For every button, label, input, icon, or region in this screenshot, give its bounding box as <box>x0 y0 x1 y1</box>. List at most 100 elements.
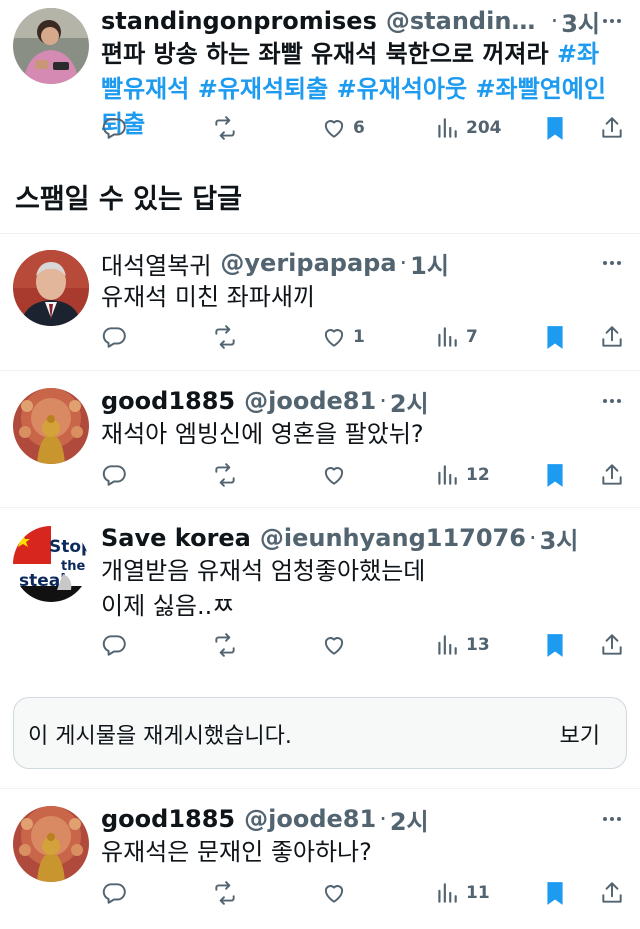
action-bar: 12 <box>101 460 626 490</box>
bookmark-button[interactable] <box>542 113 568 143</box>
reply-button[interactable] <box>101 460 127 490</box>
like-button[interactable]: 6 <box>321 113 365 143</box>
more-icon[interactable] <box>600 251 624 275</box>
share-button[interactable] <box>599 878 625 908</box>
repost-icon <box>215 881 235 905</box>
like-button[interactable] <box>321 460 347 490</box>
repost-button[interactable] <box>212 460 238 490</box>
author-name[interactable]: Save korea <box>101 524 251 552</box>
avatar[interactable] <box>13 806 89 882</box>
timestamp[interactable]: 1시 <box>410 246 449 280</box>
avatar-text-stop: Stop <box>49 537 89 557</box>
reply-tweet[interactable]: Stop the steal Save korea @ieunhyang1170… <box>0 508 640 678</box>
bookmark-icon <box>547 634 563 657</box>
share-icon <box>602 882 622 903</box>
author-name[interactable]: good1885 <box>101 387 235 415</box>
reply-icon <box>102 883 126 904</box>
reposted-notice: 이 게시물을 재게시했습니다. 보기 <box>13 697 627 769</box>
share-button[interactable] <box>599 322 625 352</box>
separator-dot: · <box>379 805 387 833</box>
tweet-text: 유재석은 문재인 좋아하나? <box>101 838 372 866</box>
bookmark-button[interactable] <box>542 630 568 660</box>
view-count: 12 <box>466 465 490 485</box>
views-button[interactable]: 7 <box>434 322 478 352</box>
author-handle[interactable]: @standingo... <box>386 7 548 35</box>
more-icon[interactable] <box>600 9 624 33</box>
separator-dot: · <box>379 387 387 415</box>
views-button[interactable]: 12 <box>434 460 490 490</box>
main-tweet[interactable]: standingonpromises @standingo... · 3시 편파… <box>0 0 640 160</box>
share-button[interactable] <box>599 630 625 660</box>
like-button[interactable] <box>321 630 347 660</box>
bookmark-button[interactable] <box>542 460 568 490</box>
reply-icon <box>102 327 126 348</box>
author-handle[interactable]: @ieunhyang117076 <box>260 524 526 552</box>
views-icon <box>438 118 457 138</box>
views-icon <box>438 327 457 347</box>
avatar[interactable] <box>13 250 89 326</box>
reply-tweet[interactable]: good1885 @joode81 · 2시 유재석은 문재인 좋아하나? 11 <box>0 789 640 929</box>
avatar[interactable]: Stop the steal <box>13 526 89 602</box>
reply-icon <box>102 635 126 656</box>
views-button[interactable]: 204 <box>434 113 502 143</box>
tweet-text: 유재석 미친 좌파새끼 <box>101 283 315 311</box>
view-button[interactable]: 보기 <box>560 718 600 750</box>
author-name[interactable]: good1885 <box>101 805 235 833</box>
tweet-text: 개열받음 유재석 엄청좋아했는데 이제 싫음..ㅉ <box>101 557 426 620</box>
timestamp[interactable]: 3시 <box>540 521 579 555</box>
avatar[interactable] <box>13 388 89 464</box>
more-icon[interactable] <box>600 389 624 413</box>
view-count: 13 <box>466 635 490 655</box>
author-name[interactable]: 대석열복귀 <box>101 246 211 280</box>
author-name[interactable]: standingonpromises <box>101 7 377 35</box>
reply-tweet[interactable]: 대석열복귀 @yeripapapa · 1시 유재석 미친 좌파새끼 1 7 <box>0 234 640 370</box>
timestamp[interactable]: 2시 <box>390 802 429 836</box>
timestamp[interactable]: 3시 <box>561 4 600 38</box>
views-button[interactable]: 11 <box>434 878 490 908</box>
reply-button[interactable] <box>101 630 127 660</box>
view-count: 204 <box>466 118 502 138</box>
bookmark-icon <box>547 117 563 140</box>
avatar[interactable] <box>13 8 89 84</box>
share-button[interactable] <box>599 460 625 490</box>
bookmark-button[interactable] <box>542 322 568 352</box>
hashtag[interactable]: #유재석아웃 <box>337 75 468 103</box>
views-button[interactable]: 13 <box>434 630 490 660</box>
share-button[interactable] <box>599 113 625 143</box>
reply-button[interactable] <box>101 322 127 352</box>
like-icon <box>324 329 344 347</box>
like-button[interactable] <box>321 878 347 908</box>
author-handle[interactable]: @joode81 <box>244 387 376 415</box>
repost-icon <box>215 116 235 140</box>
reply-icon <box>102 465 126 486</box>
repost-button[interactable] <box>212 322 238 352</box>
action-bar: 6 204 <box>101 113 626 143</box>
timestamp[interactable]: 2시 <box>390 384 429 418</box>
hashtag[interactable]: #유재석퇴출 <box>198 75 329 103</box>
separator-dot: · <box>528 524 537 552</box>
separator-dot: · <box>399 249 408 277</box>
repost-button[interactable] <box>212 878 238 908</box>
action-bar: 13 <box>101 630 626 660</box>
reply-button[interactable] <box>101 113 127 143</box>
bookmark-icon <box>547 326 563 349</box>
action-bar: 11 <box>101 878 626 908</box>
repost-button[interactable] <box>212 113 238 143</box>
bookmark-button[interactable] <box>542 878 568 908</box>
author-handle[interactable]: @joode81 <box>244 805 376 833</box>
author-handle[interactable]: @yeripapapa <box>220 249 396 277</box>
like-icon <box>324 637 344 655</box>
view-count: 11 <box>466 883 490 903</box>
reposted-message: 이 게시물을 재게시했습니다. <box>28 724 292 749</box>
like-icon <box>324 467 344 485</box>
reply-tweet[interactable]: good1885 @joode81 · 2시 재석아 엠빙신에 영혼을 팔았뉘?… <box>0 371 640 507</box>
more-icon[interactable] <box>600 807 624 831</box>
tweet-text-plain: 편파 방송 하는 좌빨 유재석 북한으로 꺼져라 <box>101 40 557 68</box>
repost-button[interactable] <box>212 630 238 660</box>
bookmark-icon <box>547 464 563 487</box>
like-button[interactable]: 1 <box>321 322 365 352</box>
spam-replies-heading: 스팸일 수 있는 답글 <box>15 184 242 215</box>
like-icon <box>324 120 344 138</box>
reply-button[interactable] <box>101 878 127 908</box>
share-icon <box>602 326 622 347</box>
